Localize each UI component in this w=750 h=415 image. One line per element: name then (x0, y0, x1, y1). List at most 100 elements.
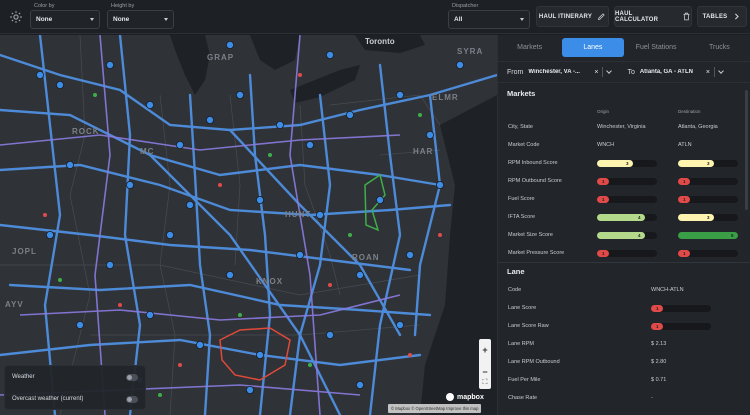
from-label: From (507, 68, 524, 76)
from-divider (602, 67, 604, 77)
origin-score-value: 1 (602, 197, 605, 202)
score-row: RPM Inbound Score 3 3 (498, 155, 750, 173)
lake-huron (250, 35, 300, 70)
chevron-down-icon[interactable] (718, 67, 724, 74)
markets-heading: Markets (507, 89, 536, 98)
panel-tabs: Markets Lanes Fuel Stations Trucks (498, 35, 750, 59)
lane-rpm-outbound-value: $ 2.80 (651, 359, 667, 365)
trash-icon (683, 12, 690, 21)
map-label-roan: ROAN (352, 253, 380, 262)
lane-code-row: Code WNCH-ATLN (498, 282, 750, 300)
destination-score-value: 3 (707, 161, 710, 166)
origin-score-bar: 3 (597, 160, 657, 167)
score-row: Market Pressure Score 1 1 (498, 245, 750, 263)
dispatcher-select[interactable]: Dispatcher All (448, 3, 530, 29)
chase-rate-value: - (651, 395, 653, 401)
destination-score-value: 5 (731, 233, 734, 238)
lane-score-row: Lane Score 1 (498, 300, 750, 318)
lane-score-bar: 1 (651, 305, 711, 312)
haul-itinerary-label: HAUL ITINERARY (538, 13, 593, 20)
map-label-ayv: AYV (5, 300, 24, 309)
section-divider (498, 262, 750, 263)
lane-code-key: Code (508, 287, 522, 293)
gear-icon[interactable] (9, 10, 23, 24)
map-label-grap: GRAP (207, 53, 235, 62)
zoom-out-button[interactable]: − (482, 367, 487, 377)
overcast-label: Overcast weather (current) (12, 396, 84, 402)
market-row: City, State Winchester, Virginia Atlanta, … (498, 119, 750, 137)
clear-from-icon[interactable]: × (594, 69, 598, 76)
weather-row: Weather (5, 366, 145, 388)
panel-scrollbar[interactable] (745, 90, 748, 210)
origin-score-bar: 1 (597, 196, 657, 203)
tab-markets[interactable]: Markets (499, 38, 560, 57)
zoom-in-button[interactable]: + (482, 345, 487, 355)
from-select[interactable]: Winchester, VA -... (528, 69, 590, 75)
tables-label: TABLES (702, 13, 728, 20)
lane-heading: Lane (507, 267, 525, 276)
map-canvas[interactable]: Toronto SYRA GRAP ELMR ROCK MC HAR HUNT … (0, 35, 497, 415)
map-label-rock: ROCK (72, 127, 100, 136)
map-attribution[interactable]: © Mapbox © OpenStreetMap Improve this ma… (388, 404, 482, 413)
chevron-down-icon[interactable] (606, 67, 613, 74)
lane-selector: From Winchester, VA -... × To Atlanta, G… (498, 61, 750, 83)
lane-rpm-key: Lane RPM (508, 341, 534, 347)
overcast-toggle[interactable] (126, 395, 138, 403)
lane-code-value: WNCH-ATLN (651, 287, 684, 293)
height-by-select[interactable]: Height by None (107, 3, 174, 29)
destination-score-value: 1 (683, 197, 686, 202)
fullscreen-icon[interactable]: ⛶ (479, 377, 491, 389)
origin-score-bar: 1 (597, 178, 657, 185)
map-label-mc: MC (140, 147, 155, 156)
haul-calculator-button[interactable]: HAUL CALCULATOR (614, 6, 692, 27)
lake-erie (290, 65, 360, 103)
map-label-knox: KNOX (256, 277, 284, 286)
chase-rate-key: Chase Rate (508, 395, 538, 401)
map-label-elmr: ELMR (432, 93, 459, 102)
height-by-label: Height by (111, 3, 135, 9)
map-label-hunt: HUNT (285, 210, 312, 219)
score-row-key: RPM Inbound Score (508, 160, 558, 166)
top-toolbar: Color by None Height by None Dispatcher … (0, 0, 750, 34)
map-basemap[interactable] (0, 35, 497, 415)
red-markers (43, 73, 442, 367)
score-row-key: RPM Outbound Score (508, 178, 562, 184)
weather-label: Weather (12, 374, 35, 380)
color-by-label: Color by (34, 3, 55, 9)
destination-score-bar: 3 (678, 160, 738, 167)
origin-score-value: 1 (602, 179, 605, 184)
tables-button[interactable]: TABLES (697, 6, 747, 27)
to-label: To (627, 68, 635, 76)
origin-score-bar: 1 (597, 250, 657, 257)
caret-down-icon (90, 18, 94, 21)
to-select[interactable]: Atlanta, GA - ATLN (640, 69, 702, 75)
map-label-syra: SYRA (457, 47, 484, 56)
lane-score-raw-bar: 1 (651, 323, 711, 330)
lane-rpm-outbound-row: Lane RPM Outbound $ 2.80 (498, 354, 750, 372)
tab-fuel-stations[interactable]: Fuel Stations (626, 38, 687, 57)
overcast-row: Overcast weather (current) (5, 388, 145, 410)
dispatcher-value: All (454, 16, 463, 23)
chevron-right-icon (735, 13, 740, 20)
weather-toggle[interactable] (126, 373, 138, 381)
haul-itinerary-button[interactable]: HAUL ITINERARY (536, 6, 609, 27)
color-by-select[interactable]: Color by None (30, 3, 100, 29)
market-row-destination: ATLN (678, 142, 692, 148)
score-row: RPM Outbound Score 1 1 (498, 173, 750, 191)
mapbox-brand: mapbox (457, 393, 484, 401)
lane-score-raw-value: 1 (656, 324, 659, 329)
caret-down-icon (164, 18, 168, 21)
market-row-key: Market Code (508, 142, 540, 148)
lane-rpm-outbound-key: Lane RPM Outbound (508, 359, 560, 365)
tab-lanes[interactable]: Lanes (562, 37, 624, 57)
destination-score-value: 1 (683, 179, 686, 184)
secondary-roads (0, 35, 401, 415)
lane-score-key: Lane Score (508, 305, 537, 311)
market-row-key: City, State (508, 124, 533, 130)
tab-trucks[interactable]: Trucks (689, 38, 750, 57)
score-row: Fuel Score 1 1 (498, 191, 750, 209)
map-label-har: HAR (413, 147, 434, 156)
clear-to-icon[interactable]: × (706, 69, 710, 76)
map-label-toronto: Toronto (365, 37, 395, 46)
score-row: Market Size Score 4 5 (498, 227, 750, 245)
